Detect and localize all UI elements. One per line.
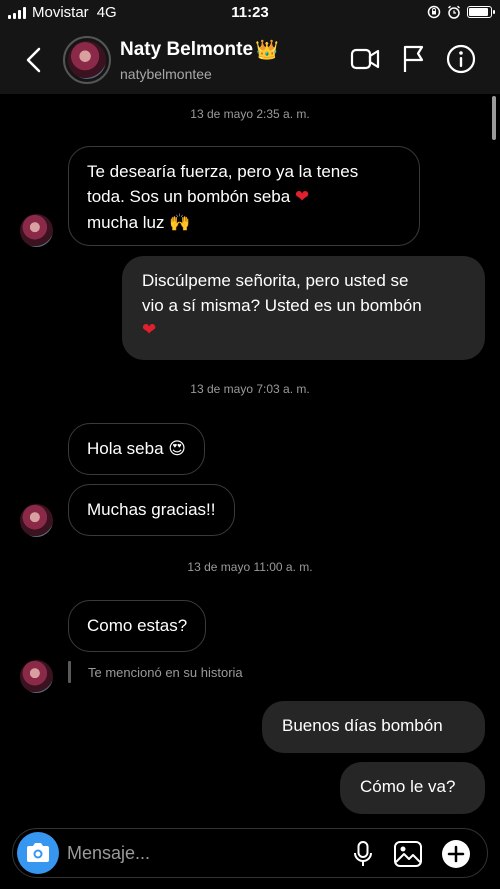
alarm-icon xyxy=(448,5,460,19)
message-text: Hola seba xyxy=(87,439,164,458)
message-input[interactable] xyxy=(67,841,327,865)
flag-icon[interactable] xyxy=(401,44,427,74)
message-text: Buenos días bombón xyxy=(282,716,443,735)
heart-emoji: ❤ xyxy=(142,320,157,340)
message-text: mucha luz xyxy=(87,213,165,232)
add-icon[interactable] xyxy=(441,839,471,869)
clock: 11:23 xyxy=(231,4,269,21)
story-mention-text[interactable]: Te mencionó en su historia xyxy=(88,665,243,680)
message-line: toda. Sos un bombón seba ❤ xyxy=(87,184,401,210)
info-icon[interactable] xyxy=(446,44,476,74)
heart-eyes-emoji: 😍 xyxy=(168,439,187,459)
avatar[interactable] xyxy=(63,36,111,84)
camera-button[interactable] xyxy=(17,832,59,874)
camera-icon xyxy=(27,843,49,862)
contact-name[interactable]: Naty Belmonte 👑 xyxy=(120,38,279,62)
microphone-icon[interactable] xyxy=(351,840,375,868)
chat-header: Naty Belmonte 👑 natybelmontee xyxy=(0,26,500,94)
sent-message[interactable]: Cómo le va? xyxy=(340,762,485,814)
timestamp: 13 de mayo 7:03 a. m. xyxy=(190,382,310,396)
message-line: vio a sí misma? Usted es un bombón xyxy=(142,296,422,315)
orientation-lock-icon xyxy=(427,5,441,19)
avatar-image xyxy=(68,41,106,79)
raised-hands-emoji: 🙌 xyxy=(169,213,191,233)
sent-message[interactable]: Buenos días bombón xyxy=(262,701,485,753)
contact-name-text: Naty Belmonte xyxy=(120,38,254,60)
timestamp: 13 de mayo 11:00 a. m. xyxy=(187,560,313,574)
sender-avatar[interactable] xyxy=(20,660,53,693)
heart-emoji: ❤ xyxy=(294,187,310,207)
story-reply-bar xyxy=(68,661,71,683)
message-text: toda. Sos un bombón seba xyxy=(87,187,291,206)
timestamp: 13 de mayo 2:35 a. m. xyxy=(190,107,310,121)
message-line: Discúlpeme señorita, pero usted se xyxy=(142,271,409,290)
received-message[interactable]: Te desearía fuerza, pero ya la tenes tod… xyxy=(68,146,420,246)
sender-avatar[interactable] xyxy=(20,214,53,247)
status-bar: Movistar 4G 11:23 xyxy=(0,0,500,26)
video-call-icon[interactable] xyxy=(350,44,380,74)
received-message[interactable]: Muchas gracias!! xyxy=(68,484,235,536)
received-message[interactable]: Hola seba 😍 xyxy=(68,423,206,475)
message-thread[interactable]: 13 de mayo 2:35 a. m. Te desearía fuerza… xyxy=(0,94,500,824)
message-text: Como estas? xyxy=(87,616,188,635)
crown-emoji: 👑 xyxy=(255,39,279,61)
sent-message[interactable]: Discúlpeme señorita, pero usted se vio a… xyxy=(122,256,485,360)
message-line: Te desearía fuerza, pero ya la tenes xyxy=(87,162,359,181)
received-message[interactable]: Como estas? xyxy=(68,600,207,652)
battery-icon xyxy=(467,6,495,18)
back-chevron-icon[interactable] xyxy=(22,46,46,74)
message-text: Muchas gracias!! xyxy=(87,500,216,519)
message-line: mucha luz 🙌 xyxy=(87,210,401,236)
status-right xyxy=(427,5,495,19)
gallery-icon[interactable] xyxy=(393,840,423,868)
message-composer xyxy=(12,828,488,878)
message-text: Cómo le va? xyxy=(360,777,456,796)
sender-avatar[interactable] xyxy=(20,504,53,537)
contact-username: natybelmontee xyxy=(120,66,212,82)
